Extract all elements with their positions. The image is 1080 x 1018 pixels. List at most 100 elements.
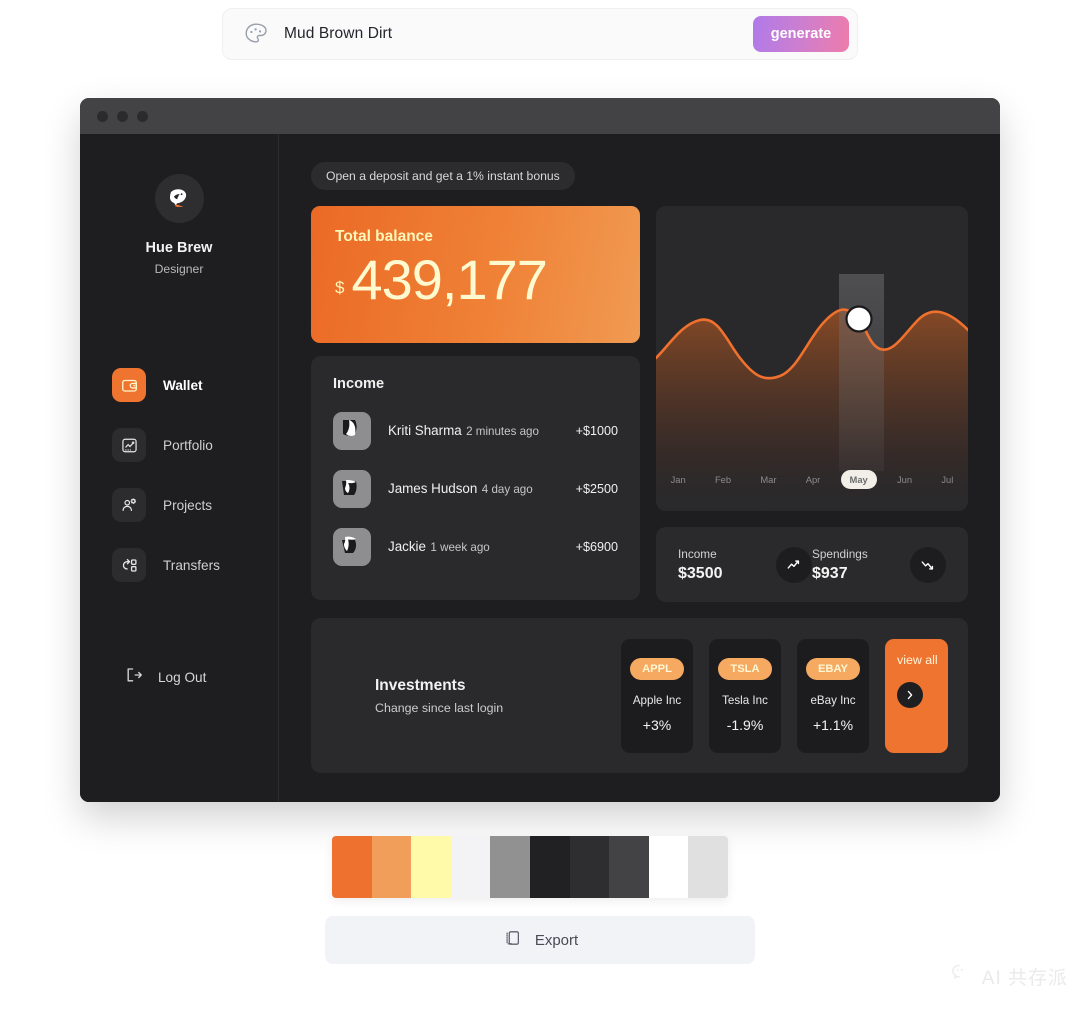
sidebar-item-label: Portfolio [163, 437, 213, 453]
ticker-tsla[interactable]: TSLA Tesla Inc -1.9% [709, 638, 781, 753]
window-titlebar [80, 98, 1000, 134]
swatch-3[interactable] [450, 836, 491, 898]
chart-month-jul[interactable]: Jul [932, 470, 962, 489]
avatar [333, 470, 371, 508]
sidebar-item-portfolio[interactable]: Portfolio [112, 428, 278, 462]
sidebar-item-projects[interactable]: Projects [112, 488, 278, 522]
income-time: 4 day ago [481, 483, 533, 496]
stat-value: $937 [812, 564, 848, 582]
user-name: Hue Brew [145, 240, 213, 256]
ticker-symbol: EBAY [805, 658, 861, 680]
chart-month-jan[interactable]: Jan [662, 470, 695, 489]
logout-icon [124, 665, 144, 690]
income-card: Income Kriti Sharma 2 minutes ago +$1000… [311, 356, 640, 600]
watermark: AI 共存派 [950, 961, 1068, 992]
watermark-text: AI 共存派 [981, 968, 1068, 989]
ticker-appl[interactable]: APPL Apple Inc +3% [621, 638, 693, 753]
list-item[interactable]: Kriti Sharma 2 minutes ago +$1000 [333, 412, 618, 450]
ticker-name: Tesla Inc [722, 694, 768, 707]
investments-text: Investments Change since last login [375, 677, 621, 715]
stats-card: Income $3500 Spendings $937 [656, 527, 968, 602]
app-window: Hue Brew Designer Wallet Portfolio Proje… [80, 98, 1000, 802]
swatch-7[interactable] [609, 836, 649, 898]
swatch-1[interactable] [371, 836, 412, 898]
sidebar-item-wallet[interactable]: Wallet [112, 368, 278, 402]
wallet-icon [112, 368, 146, 402]
chart-month-mar[interactable]: Mar [751, 470, 785, 489]
chart-month-axis: Jan Feb Mar Apr May Jun Jul [656, 470, 968, 489]
promo-banner: Open a deposit and get a 1% instant bonu… [311, 162, 575, 190]
stat-spendings: Spendings $937 [812, 546, 946, 583]
app-root: Mud Brown Dirt generate Hue Brew Designe… [0, 0, 1080, 1018]
swatch-2[interactable] [411, 836, 451, 898]
chart-month-may[interactable]: May [840, 470, 877, 489]
balance-value: 439,177 [351, 248, 547, 311]
list-item-meta: James Hudson 4 day ago [388, 480, 576, 498]
chart-month-apr[interactable]: Apr [797, 470, 830, 489]
balance-currency: $ [335, 278, 345, 297]
list-item[interactable]: Jackie 1 week ago +$6900 [333, 528, 618, 566]
ticker-change: +1.1% [812, 717, 854, 733]
prompt-bar: Mud Brown Dirt generate [222, 8, 858, 60]
palette-swatches [332, 836, 728, 898]
avatar [333, 528, 371, 566]
dashboard-columns: Total balance $ 439,177 Income Kriti Sha… [311, 206, 968, 602]
sidebar-item-label: Transfers [163, 557, 220, 573]
income-amount: +$6900 [575, 540, 618, 554]
stat-value: $3500 [678, 564, 723, 582]
income-amount: +$2500 [575, 482, 618, 496]
swatch-6[interactable] [569, 836, 610, 898]
window-close-dot[interactable] [97, 110, 108, 122]
investments-title: Investments [375, 676, 466, 694]
view-all-button[interactable]: view all [885, 638, 948, 753]
sidebar-item-label: Projects [163, 497, 213, 513]
transfer-icon [112, 548, 146, 582]
total-balance-card: Total balance $ 439,177 [311, 206, 640, 343]
ticker-ebay[interactable]: EBAY eBay Inc +1.1% [797, 638, 869, 753]
swatch-9[interactable] [688, 836, 728, 898]
view-all-label: view all [897, 652, 938, 667]
export-button[interactable]: Export [325, 916, 755, 964]
chart-month-jun[interactable]: Jun [888, 470, 921, 489]
copy-icon [502, 928, 522, 952]
logout-button[interactable]: Log Out [124, 665, 206, 690]
ticker-change: +3% [642, 717, 672, 733]
investments-card: Investments Change since last login APPL… [311, 618, 968, 773]
app-body: Hue Brew Designer Wallet Portfolio Proje… [80, 134, 1000, 802]
sidebar: Hue Brew Designer Wallet Portfolio Proje… [80, 134, 279, 802]
swatch-8[interactable] [648, 836, 689, 898]
chart-month-feb[interactable]: Feb [706, 470, 740, 489]
stat-spendings-text: Spendings $937 [812, 547, 868, 583]
stat-income: Income $3500 [678, 546, 812, 583]
list-item[interactable]: James Hudson 4 day ago +$2500 [333, 470, 618, 508]
ticker-change: -1.9% [726, 717, 764, 733]
income-time: 2 minutes ago [466, 425, 539, 438]
investments-subtitle: Change since last login [375, 700, 504, 715]
ticker-name: eBay Inc [810, 694, 856, 707]
sidebar-item-transfers[interactable]: Transfers [112, 548, 278, 582]
income-amount: +$1000 [575, 424, 618, 438]
ticker-symbol: TSLA [718, 658, 772, 680]
balance-amount: $ 439,177 [335, 252, 616, 308]
swatch-0[interactable] [332, 836, 372, 898]
income-time: 1 week ago [430, 541, 490, 554]
window-minimize-dot[interactable] [117, 110, 128, 122]
sidebar-nav: Wallet Portfolio Projects Transfers [80, 368, 278, 582]
window-maximize-dot[interactable] [137, 110, 148, 122]
swatch-4[interactable] [490, 836, 530, 898]
stat-label: Income [678, 546, 717, 561]
balance-area-chart[interactable]: Jan Feb Mar Apr May Jun Jul [656, 206, 968, 511]
swatch-5[interactable] [529, 836, 570, 898]
generate-button[interactable]: generate [753, 16, 849, 52]
prompt-input[interactable]: Mud Brown Dirt [284, 25, 753, 43]
profile: Hue Brew Designer [80, 174, 278, 276]
chevron-right-icon[interactable] [897, 682, 923, 708]
stat-income-text: Income $3500 [678, 547, 723, 583]
balance-title: Total balance [335, 228, 433, 245]
sidebar-item-label: Wallet [163, 377, 203, 393]
people-icon [112, 488, 146, 522]
left-column: Total balance $ 439,177 Income Kriti Sha… [311, 206, 640, 602]
avatar [154, 174, 204, 223]
chart-icon [112, 428, 146, 462]
palette-icon [243, 21, 269, 47]
